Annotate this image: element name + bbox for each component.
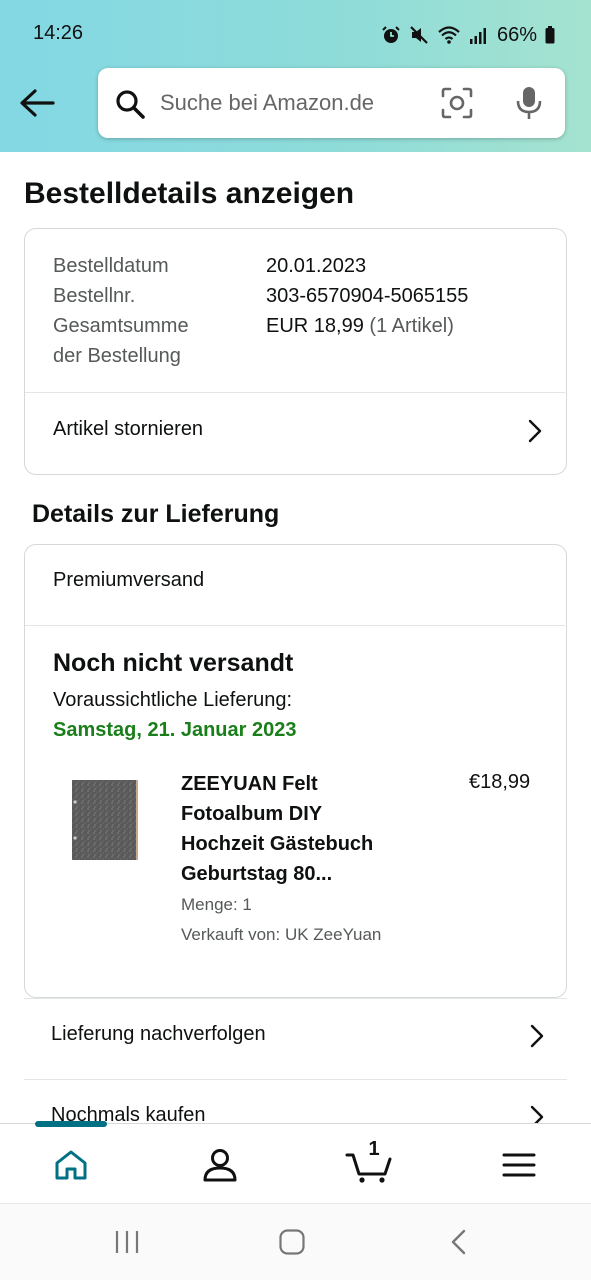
- cancel-items-row[interactable]: Artikel stornieren: [25, 393, 565, 473]
- shipment-status: Noch nicht versandt: [53, 649, 294, 677]
- product-title-line: Hochzeit Gästebuch: [181, 833, 374, 855]
- page-title: Bestelldetails anzeigen: [24, 177, 355, 210]
- alarm-icon: [382, 26, 400, 43]
- chevron-right-icon: [530, 1024, 544, 1048]
- system-nav-bar: [0, 1203, 591, 1280]
- cancel-items-label: Artikel stornieren: [53, 418, 204, 440]
- order-total-label-line2: der Bestellung: [53, 345, 181, 367]
- product-title-line: ZEEYUAN Felt: [181, 773, 318, 795]
- track-delivery-row[interactable]: Lieferung nachverfolgen: [24, 998, 567, 1078]
- nav-home[interactable]: [48, 1142, 94, 1188]
- order-total-label-line1: Gesamtsumme: [53, 315, 189, 337]
- delivery-card: Premiumversand Noch nicht versandt Vorau…: [24, 544, 567, 998]
- order-number-label: Bestellnr.: [53, 285, 136, 307]
- battery-percent: 66%: [496, 23, 537, 46]
- status-bar: 14:26 66%: [0, 0, 591, 64]
- status-icons: 66%: [381, 22, 555, 48]
- product-title[interactable]: ZEEYUAN Felt Fotoalbum DIY Hochzeit Gäst…: [181, 769, 421, 889]
- person-icon: [203, 1149, 237, 1182]
- chevron-right-icon: [528, 419, 542, 443]
- camera-icon[interactable]: [440, 86, 474, 120]
- product-title-line: Fotoalbum DIY: [181, 803, 323, 825]
- battery-icon: [545, 26, 555, 44]
- product-seller: Verkauft von: UK ZeeYuan: [181, 925, 382, 944]
- expected-delivery-date: Samstag, 21. Januar 2023: [53, 719, 297, 741]
- cart-count: 1: [368, 1138, 380, 1160]
- status-time: 14:26: [33, 22, 84, 44]
- back-button[interactable]: [18, 84, 56, 122]
- divider: [25, 625, 565, 626]
- search-input[interactable]: [160, 86, 420, 120]
- recent-apps-icon[interactable]: [113, 1228, 141, 1256]
- bottom-nav: 1: [0, 1121, 591, 1203]
- shipping-type: Premiumversand: [53, 569, 205, 591]
- order-summary-card: Bestelldatum 20.01.2023 Bestellnr. 303-6…: [24, 228, 567, 475]
- order-number-value: 303-6570904-5065155: [266, 285, 469, 307]
- system-back-icon[interactable]: [448, 1228, 470, 1256]
- expected-delivery-label: Voraussichtliche Lieferung:: [53, 689, 293, 711]
- wifi-icon: [438, 26, 460, 44]
- app-header: 14:26 66%: [0, 0, 591, 152]
- nav-account[interactable]: [197, 1142, 243, 1188]
- product-title-line: Geburtstag 80...: [181, 863, 333, 885]
- order-total-value: EUR 18,99 (1 Artikel): [266, 315, 454, 338]
- order-total-amount: EUR 18,99: [266, 315, 364, 337]
- nav-cart[interactable]: 1: [344, 1138, 394, 1188]
- delivery-section-title: Details zur Lieferung: [32, 500, 280, 528]
- track-delivery-label: Lieferung nachverfolgen: [51, 1023, 266, 1045]
- search-icon: [116, 90, 145, 119]
- order-date-value: 20.01.2023: [266, 255, 367, 277]
- photo-album-image: [72, 780, 138, 860]
- product-thumbnail[interactable]: [69, 778, 141, 862]
- mute-icon: [410, 26, 428, 44]
- home-icon: [55, 1150, 87, 1180]
- order-item-count: (1 Artikel): [369, 315, 454, 337]
- signal-icon: [469, 28, 486, 44]
- microphone-icon[interactable]: [514, 85, 544, 121]
- active-tab-indicator: [35, 1121, 107, 1127]
- hamburger-menu-icon: [502, 1153, 536, 1177]
- nav-menu[interactable]: [496, 1142, 542, 1188]
- order-date-label: Bestelldatum: [53, 255, 169, 277]
- product-price: €18,99: [469, 771, 531, 793]
- search-bar[interactable]: [98, 68, 565, 138]
- product-quantity: Menge: 1: [181, 895, 252, 914]
- home-button-icon[interactable]: [278, 1228, 306, 1256]
- arrow-left-icon: [20, 89, 55, 117]
